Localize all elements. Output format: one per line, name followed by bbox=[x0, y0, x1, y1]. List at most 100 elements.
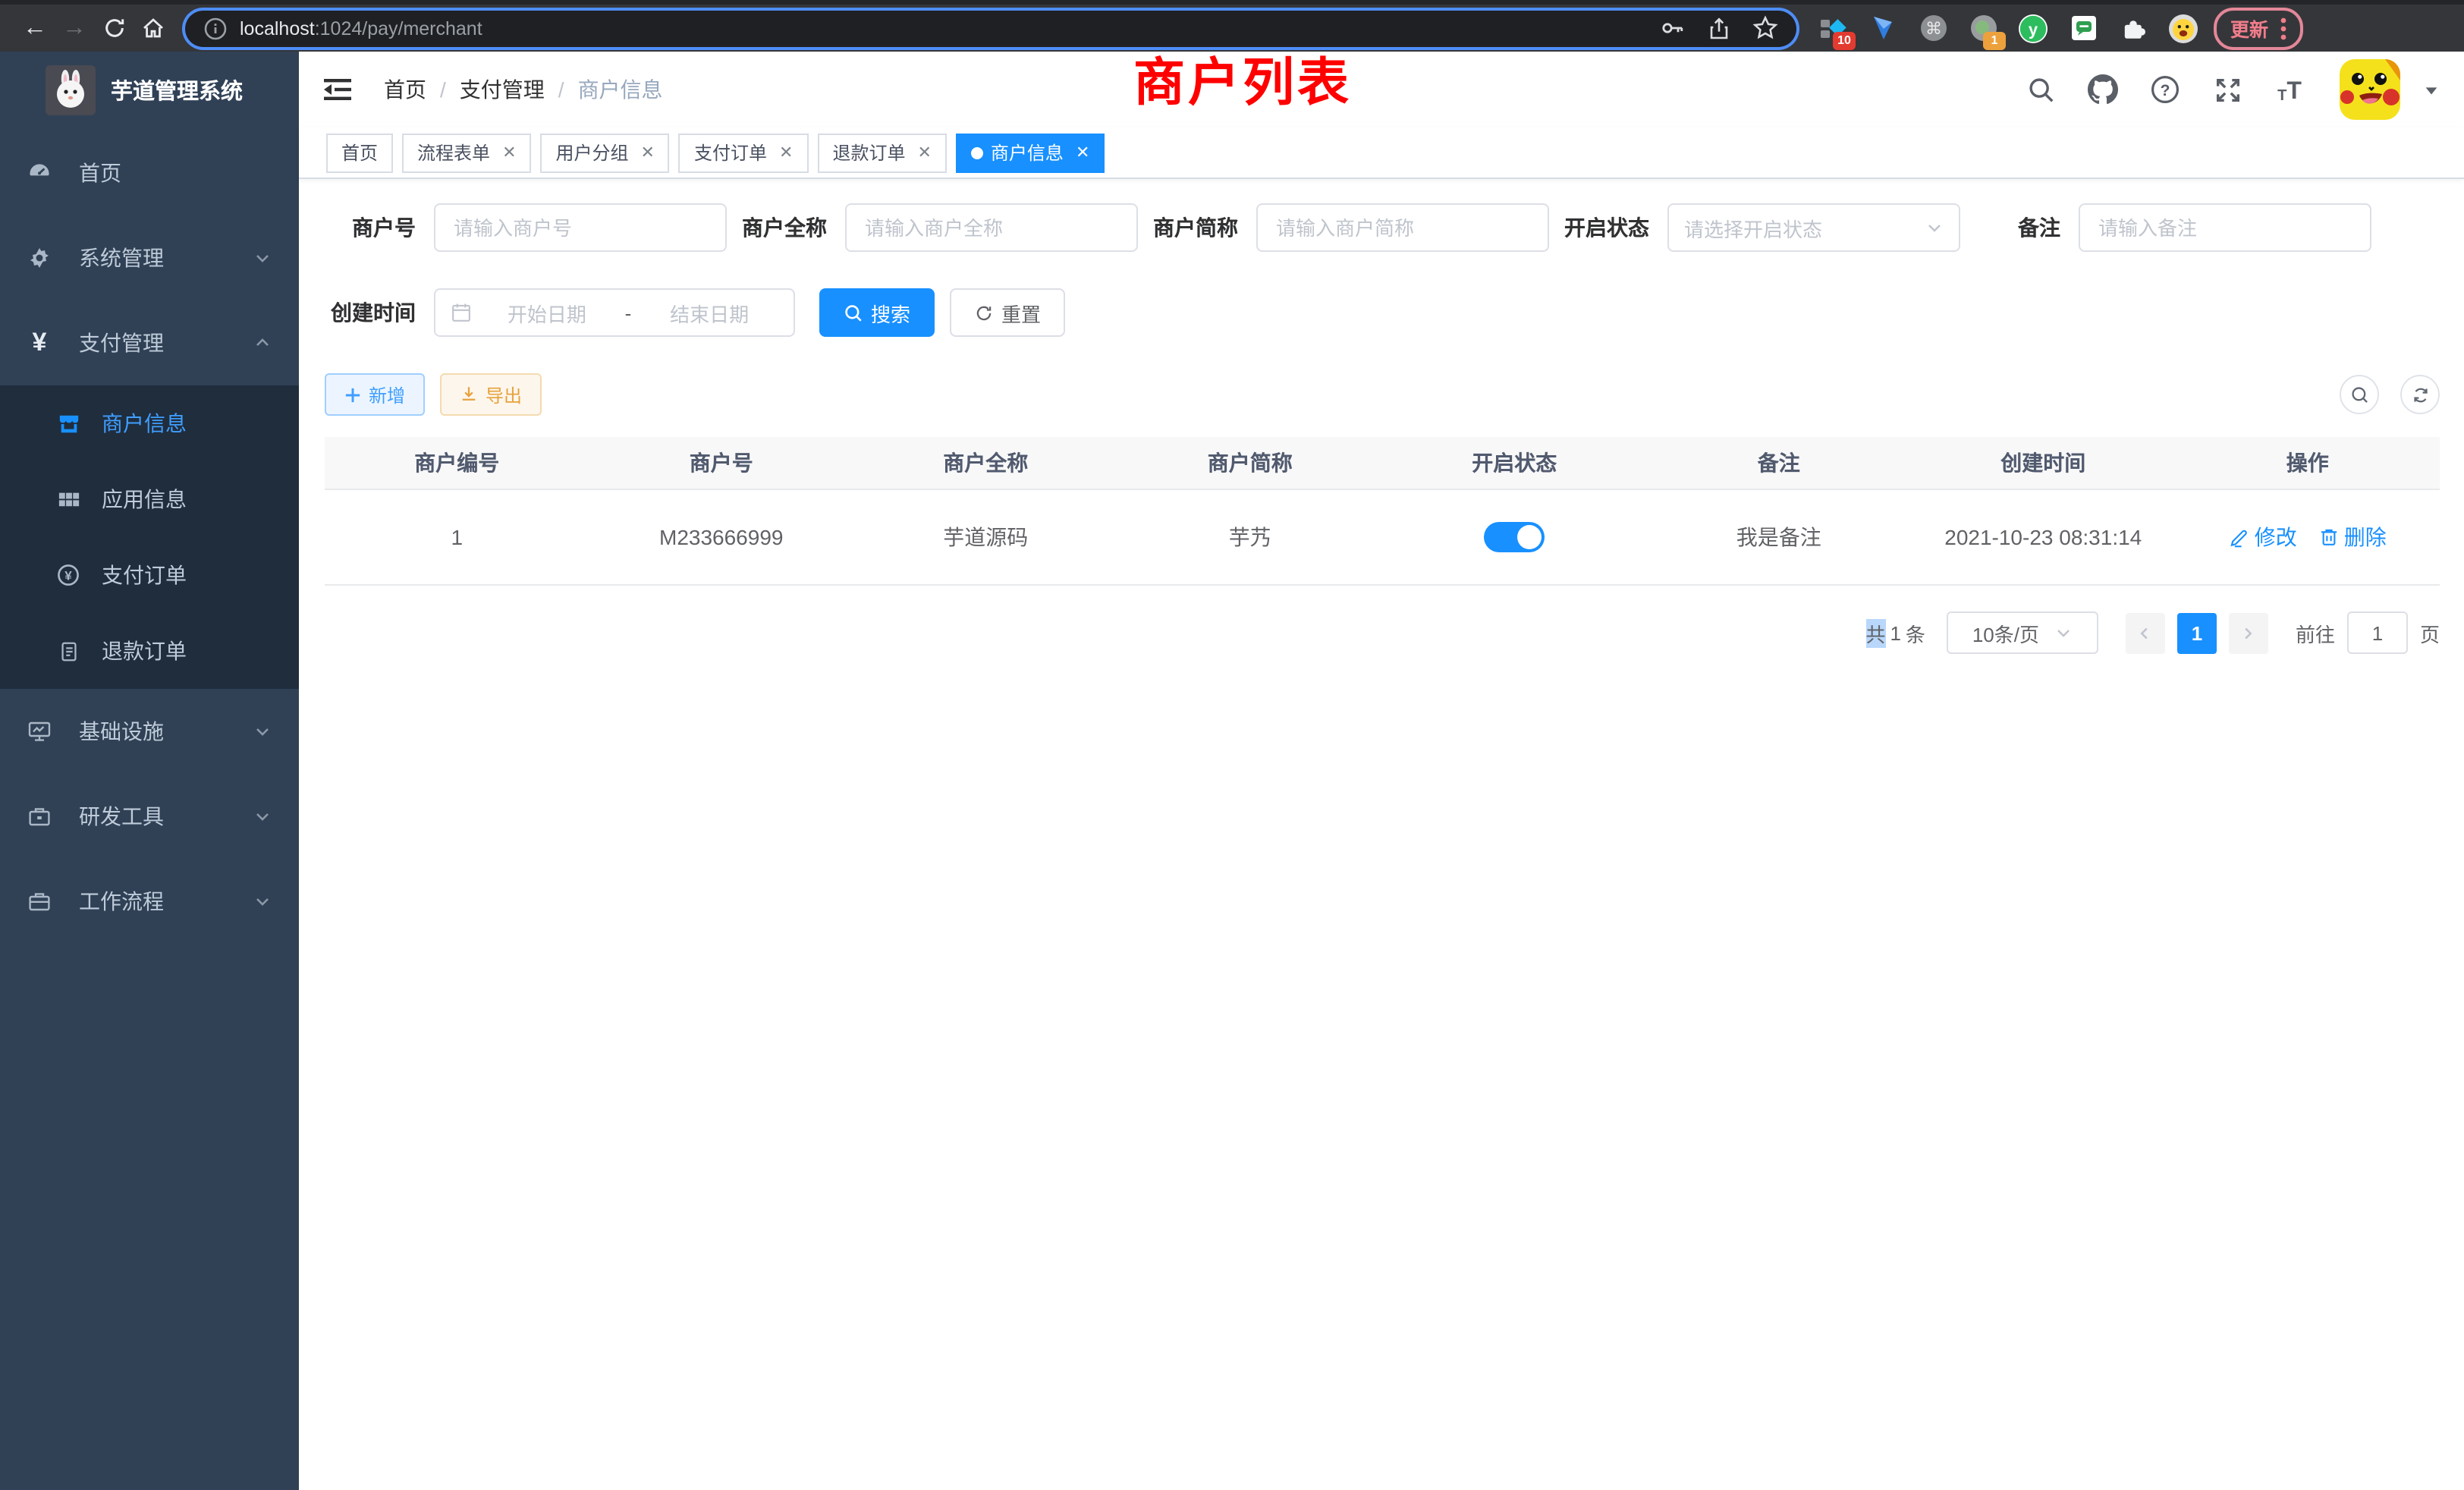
close-icon[interactable]: ✕ bbox=[917, 143, 931, 162]
sidebar-item-dev-tools[interactable]: 研发工具 bbox=[0, 774, 299, 859]
sidebar-menu: 首页 系统管理 ¥ 支付管理 商户信息 bbox=[0, 130, 299, 944]
chat-extension-icon[interactable] bbox=[2068, 13, 2098, 43]
github-icon[interactable] bbox=[2088, 74, 2118, 105]
screen: ← → localhost:1024/pay/merchant 10 bbox=[0, 0, 2464, 1490]
browser-extensions: 10 ⌘ 1 y bbox=[1818, 13, 2198, 43]
chevron-down-icon bbox=[253, 807, 272, 825]
export-button[interactable]: 导出 bbox=[440, 373, 542, 416]
plus-icon bbox=[344, 386, 361, 403]
fullscreen-icon[interactable] bbox=[2212, 74, 2242, 105]
command-extension-icon[interactable]: ⌘ bbox=[1918, 13, 1948, 43]
full-name-input[interactable] bbox=[845, 203, 1138, 252]
tab-home[interactable]: 首页 bbox=[326, 133, 393, 172]
status-extension-icon[interactable]: 1 bbox=[1968, 13, 1998, 43]
chevron-down-icon bbox=[253, 722, 272, 740]
store-icon bbox=[56, 411, 80, 435]
browser-back-icon[interactable]: ← bbox=[15, 8, 55, 48]
cell-merchant-no: M233666999 bbox=[589, 525, 854, 549]
status-toggle[interactable] bbox=[1484, 522, 1545, 552]
status-select[interactable]: 请选择开启状态 bbox=[1667, 203, 1960, 252]
browser-forward-icon[interactable]: → bbox=[55, 8, 94, 48]
chevron-up-icon bbox=[253, 334, 272, 352]
full-name-label: 商户全称 bbox=[736, 212, 845, 243]
search-button[interactable]: 搜索 bbox=[819, 288, 935, 337]
svg-text:?: ? bbox=[2161, 82, 2170, 99]
page-size-select[interactable]: 10条/页 bbox=[1947, 611, 2098, 654]
kite-extension-icon[interactable] bbox=[1868, 13, 1898, 43]
kebab-menu-icon bbox=[2280, 16, 2286, 40]
sidebar-logo[interactable]: 芋道管理系统 bbox=[0, 52, 299, 127]
close-icon[interactable]: ✕ bbox=[779, 143, 793, 162]
tab-user-group[interactable]: 用户分组✕ bbox=[541, 133, 670, 172]
tab-refund-order[interactable]: 退款订单✕ bbox=[817, 133, 946, 172]
help-icon[interactable]: ? bbox=[2150, 74, 2180, 105]
close-icon[interactable]: ✕ bbox=[502, 143, 516, 162]
breadcrumb-pay[interactable]: 支付管理 bbox=[460, 74, 545, 105]
reset-button[interactable]: 重置 bbox=[950, 288, 1065, 337]
close-icon[interactable]: ✕ bbox=[641, 143, 655, 162]
chevron-down-icon bbox=[1925, 218, 1944, 237]
trash-icon bbox=[2318, 527, 2340, 548]
page-number-1[interactable]: 1 bbox=[2177, 612, 2217, 653]
short-name-input[interactable] bbox=[1256, 203, 1549, 252]
info-icon[interactable] bbox=[203, 16, 228, 40]
tab-pay-order[interactable]: 支付订单✕ bbox=[679, 133, 808, 172]
sidebar-item-refund-order[interactable]: 退款订单 bbox=[0, 613, 299, 689]
sidebar-item-infra[interactable]: 基础设施 bbox=[0, 689, 299, 774]
emoji-profile-icon[interactable] bbox=[2168, 13, 2198, 43]
star-icon[interactable] bbox=[1752, 15, 1778, 41]
delete-link[interactable]: 删除 bbox=[2318, 522, 2387, 552]
search-icon[interactable] bbox=[2026, 74, 2056, 105]
toolbox-icon bbox=[27, 804, 52, 828]
col-short-name: 商户简称 bbox=[1118, 448, 1383, 478]
edit-link[interactable]: 修改 bbox=[2229, 522, 2297, 552]
sidebar-item-label: 支付管理 bbox=[79, 328, 164, 358]
hamburger-icon[interactable] bbox=[314, 67, 360, 112]
toggle-search-button[interactable] bbox=[2340, 375, 2379, 414]
sidebar-item-merchant-info[interactable]: 商户信息 bbox=[0, 385, 299, 461]
yuque-extension-icon[interactable]: y bbox=[2018, 13, 2048, 43]
browser-update-button[interactable]: 更新 bbox=[2214, 7, 2303, 49]
browser-home-icon[interactable] bbox=[134, 8, 173, 48]
sidebar-item-app-info[interactable]: 应用信息 bbox=[0, 461, 299, 537]
extensions-puzzle-icon[interactable] bbox=[2118, 13, 2148, 43]
sidebar-item-pay[interactable]: ¥ 支付管理 bbox=[0, 300, 299, 385]
merchant-no-input[interactable] bbox=[434, 203, 727, 252]
chevron-down-icon bbox=[253, 892, 272, 910]
close-icon[interactable]: ✕ bbox=[1076, 143, 1089, 162]
refund-doc-icon bbox=[56, 639, 80, 663]
col-remark: 备注 bbox=[1647, 448, 1912, 478]
tab-merchant-info[interactable]: 商户信息✕ bbox=[956, 133, 1105, 172]
sidebar-item-pay-order[interactable]: ¥ 支付订单 bbox=[0, 537, 299, 613]
url-bar[interactable]: localhost:1024/pay/merchant bbox=[185, 10, 1796, 46]
sidebar-item-system[interactable]: 系统管理 bbox=[0, 215, 299, 300]
remark-input[interactable] bbox=[2079, 203, 2371, 252]
caret-down-icon[interactable] bbox=[2423, 81, 2440, 98]
svg-text:¥: ¥ bbox=[64, 568, 72, 583]
font-size-icon[interactable]: TT bbox=[2274, 74, 2305, 105]
pay-order-icon: ¥ bbox=[56, 563, 80, 587]
sidekick-extension-icon[interactable]: 10 bbox=[1818, 13, 1848, 43]
url-text[interactable]: localhost:1024/pay/merchant bbox=[240, 17, 482, 39]
next-page-button[interactable] bbox=[2229, 612, 2268, 653]
col-create-time: 创建时间 bbox=[1911, 448, 2176, 478]
refresh-icon bbox=[974, 303, 994, 322]
merchant-no-label: 商户号 bbox=[325, 212, 434, 243]
sidebar-item-workflow[interactable]: 工作流程 bbox=[0, 859, 299, 944]
prev-page-button[interactable] bbox=[2126, 612, 2165, 653]
merchant-table: 商户编号 商户号 商户全称 商户简称 开启状态 备注 创建时间 操作 1 M23… bbox=[325, 437, 2440, 586]
create-time-range-picker[interactable]: 开始日期 - 结束日期 bbox=[434, 288, 795, 337]
browser-refresh-icon[interactable] bbox=[94, 8, 134, 48]
refresh-table-button[interactable] bbox=[2400, 375, 2440, 414]
key-icon[interactable] bbox=[1660, 15, 1686, 41]
chevron-left-icon bbox=[2137, 624, 2154, 641]
breadcrumb-home[interactable]: 首页 bbox=[384, 74, 426, 105]
goto-label: 前往 bbox=[2296, 618, 2335, 647]
goto-page-input[interactable] bbox=[2347, 611, 2408, 654]
tab-process-form[interactable]: 流程表单✕ bbox=[402, 133, 531, 172]
share-icon[interactable] bbox=[1707, 16, 1731, 40]
sidebar-item-home[interactable]: 首页 bbox=[0, 130, 299, 215]
pikachu-avatar[interactable] bbox=[2340, 59, 2400, 120]
col-merchant-id: 商户编号 bbox=[325, 448, 589, 478]
add-button[interactable]: 新增 bbox=[325, 373, 425, 416]
